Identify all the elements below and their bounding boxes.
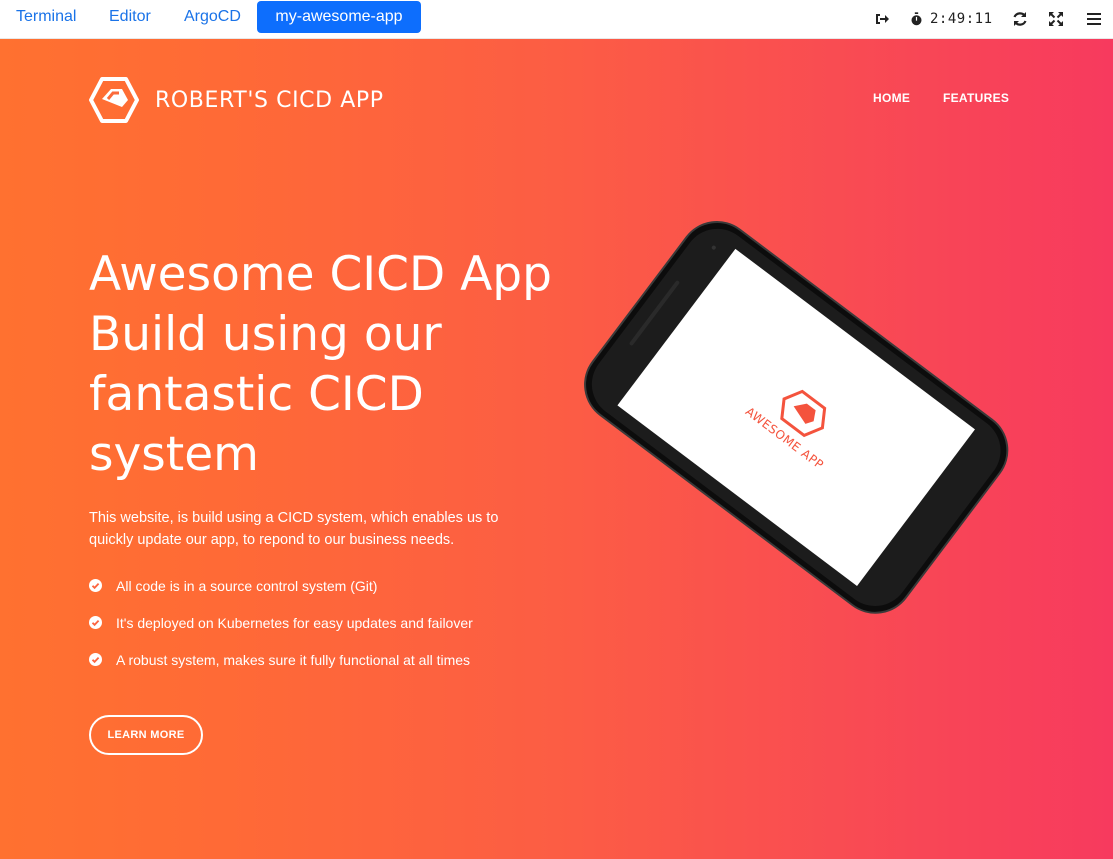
brand[interactable]: ROBERT'S CICD APP bbox=[89, 77, 384, 123]
feature-item: A robust system, makes sure it fully fun… bbox=[89, 641, 549, 678]
nav-features-label[interactable]: FEATURES bbox=[943, 91, 1009, 105]
tab-terminal[interactable]: Terminal bbox=[0, 1, 92, 33]
feature-text: A robust system, makes sure it fully fun… bbox=[116, 651, 471, 668]
check-circle-icon bbox=[89, 579, 102, 592]
logout-button[interactable] bbox=[873, 0, 891, 38]
expand-icon bbox=[1049, 12, 1063, 26]
tab-argocd[interactable]: ArgoCD bbox=[168, 1, 257, 33]
headline-line: Build using our bbox=[89, 307, 442, 362]
feature-item: It's deployed on Kubernetes for easy upd… bbox=[89, 604, 549, 641]
timer-text: 2:49:11 bbox=[930, 11, 993, 27]
tab-editor[interactable]: Editor bbox=[93, 1, 167, 33]
headline-line: fantastic CICD bbox=[89, 367, 424, 422]
feature-list: All code is in a source control system (… bbox=[89, 567, 549, 678]
feature-text: All code is in a source control system (… bbox=[116, 577, 378, 594]
headline-line: Awesome CICD App bbox=[89, 247, 552, 302]
menu-button[interactable] bbox=[1085, 0, 1103, 38]
phone-mockup-image: AWESOME APP bbox=[584, 221, 1009, 614]
refresh-icon bbox=[1013, 12, 1027, 26]
tab-bar: Terminal Editor ArgoCD my-awesome-app 2:… bbox=[0, 0, 1113, 39]
stopwatch-icon bbox=[911, 12, 922, 26]
brand-logo-icon bbox=[89, 77, 139, 123]
fullscreen-button[interactable] bbox=[1047, 0, 1065, 38]
nav-home-label[interactable]: HOME bbox=[873, 91, 910, 105]
brand-name: ROBERT'S CICD APP bbox=[155, 87, 384, 113]
feature-item: All code is in a source control system (… bbox=[89, 567, 549, 604]
refresh-button[interactable] bbox=[1011, 0, 1029, 38]
nav-features[interactable]: FEATURES bbox=[943, 91, 1009, 105]
menu-icon bbox=[1087, 13, 1101, 25]
hero-description: This website, is build using a CICD syst… bbox=[89, 510, 499, 548]
timer: 2:49:11 bbox=[909, 0, 993, 38]
logout-icon bbox=[876, 14, 889, 24]
learn-more-button[interactable]: LEARN MORE bbox=[89, 715, 203, 755]
check-circle-icon bbox=[89, 653, 102, 666]
tab-my-awesome-app[interactable]: my-awesome-app bbox=[257, 1, 421, 33]
nav-home[interactable]: HOME bbox=[873, 91, 910, 105]
hero-section: ROBERT'S CICD APP HOME FEATURES Awesome … bbox=[0, 39, 1113, 859]
headline-line: system bbox=[89, 427, 259, 482]
feature-text: It's deployed on Kubernetes for easy upd… bbox=[116, 614, 473, 631]
hero-headline: Awesome CICD App Build using our fantast… bbox=[89, 245, 559, 485]
check-circle-icon bbox=[89, 616, 102, 629]
